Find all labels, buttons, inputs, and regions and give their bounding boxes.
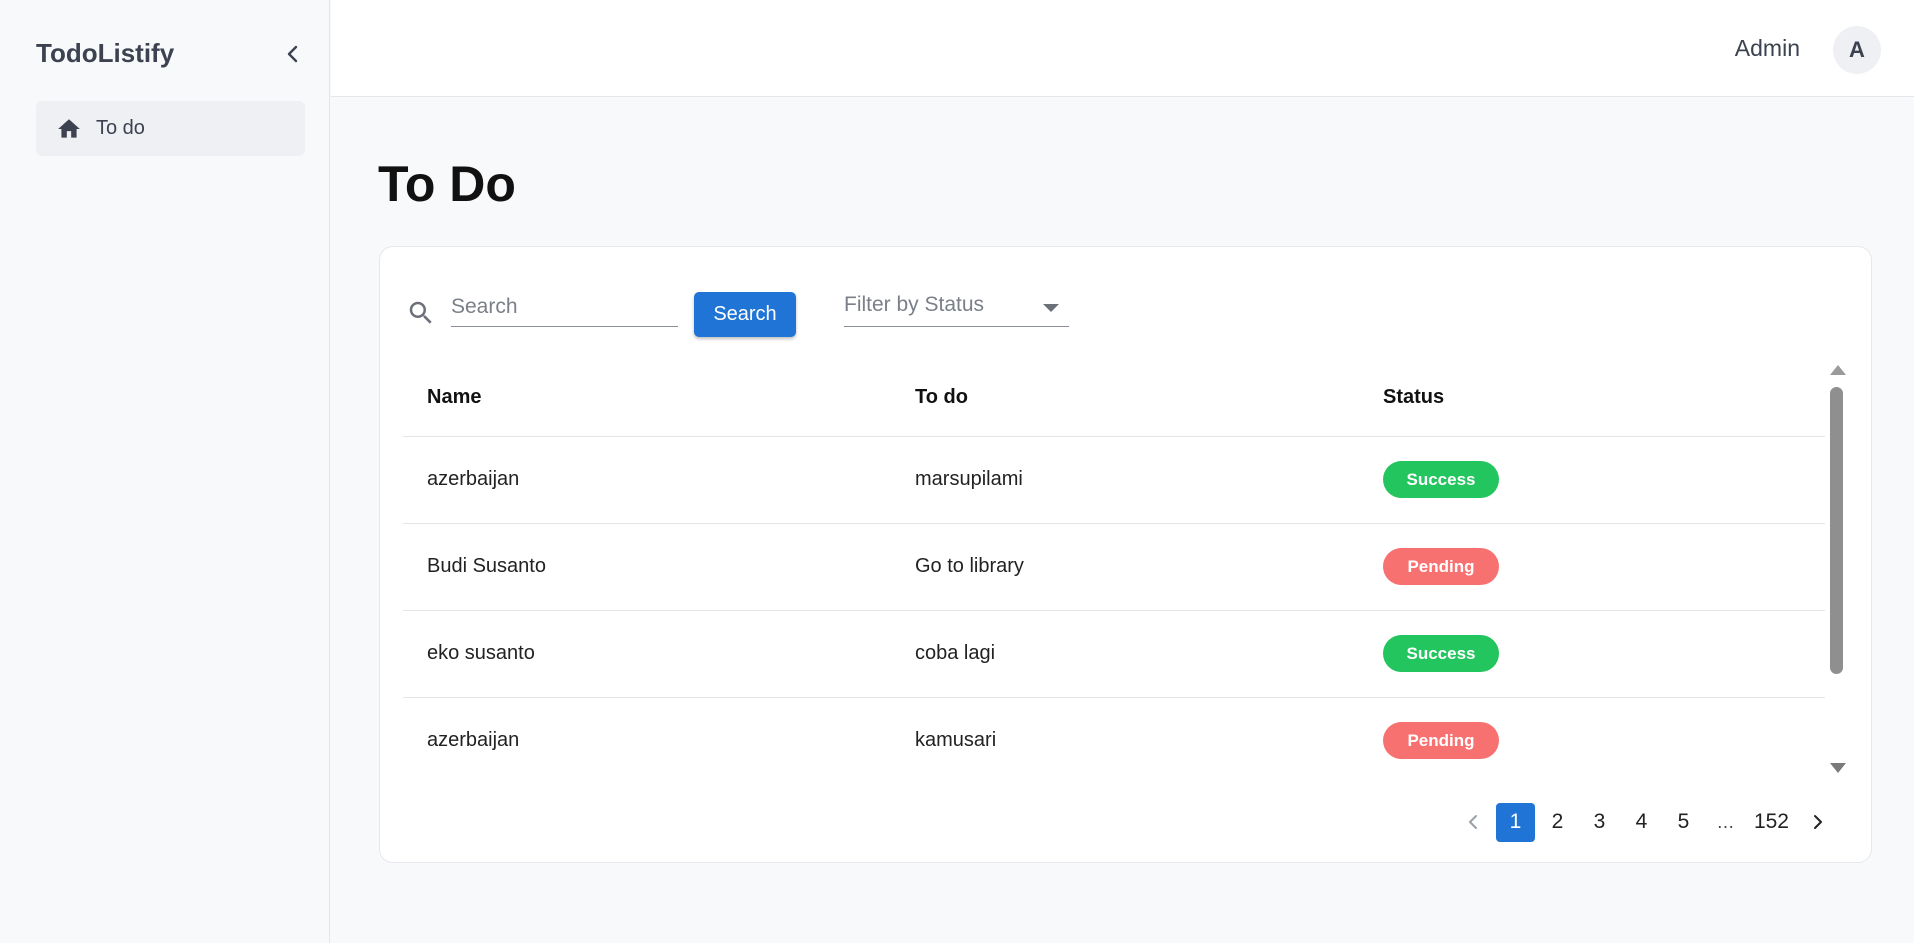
chevron-right-icon: [1813, 815, 1822, 829]
page-button-3[interactable]: 3: [1580, 803, 1619, 842]
cell-name: Budi Susanto: [403, 523, 891, 611]
pagination: 1 2 3 4 5 … 152: [1451, 802, 1837, 842]
search-button[interactable]: Search: [694, 292, 796, 337]
search-icon: [409, 301, 432, 324]
table-header-row: Name To do Status: [403, 359, 1825, 437]
table-body: azerbaijan marsupilami Success Budi Susanto…: [403, 436, 1825, 769]
todo-card: Search Filter by Status Name To do Statu…: [379, 246, 1872, 863]
cell-todo: coba lagi: [891, 610, 1359, 698]
sidebar-item-todo[interactable]: To do: [36, 101, 305, 156]
status-badge: Pending: [1383, 548, 1499, 585]
status-filter-select[interactable]: Filter by Status: [844, 287, 1069, 327]
cell-todo: marsupilami: [891, 436, 1359, 524]
todo-table-container[interactable]: Name To do Status azerbaijan marsupilami S…: [403, 359, 1825, 769]
caret-down-icon: [1043, 304, 1059, 312]
page-title: To Do: [378, 156, 516, 212]
cell-status: Pending: [1359, 523, 1825, 611]
collapse-sidebar-button[interactable]: [282, 40, 304, 68]
cell-todo: Go to library: [891, 523, 1359, 611]
table-row[interactable]: azerbaijan kamusari Pending: [403, 697, 1825, 769]
page-button-last[interactable]: 152: [1748, 803, 1795, 842]
cell-status: Pending: [1359, 697, 1825, 769]
page-button-4[interactable]: 4: [1622, 803, 1661, 842]
column-header-name[interactable]: Name: [403, 359, 891, 437]
chevron-left-icon: [287, 45, 298, 63]
cell-name: azerbaijan: [403, 436, 891, 524]
next-page-button[interactable]: [1798, 803, 1837, 842]
table-row[interactable]: Budi Susanto Go to library Pending: [403, 523, 1825, 611]
column-header-todo[interactable]: To do: [891, 359, 1359, 437]
todo-table: Name To do Status azerbaijan marsupilami S…: [403, 359, 1825, 769]
prev-page-button[interactable]: [1454, 803, 1493, 842]
sidebar-item-label: To do: [96, 117, 145, 139]
sidebar: TodoListify To do: [0, 0, 330, 943]
chevron-left-icon: [1469, 815, 1478, 829]
page-button-5[interactable]: 5: [1664, 803, 1703, 842]
status-badge: Success: [1383, 461, 1499, 498]
status-badge: Success: [1383, 635, 1499, 672]
status-filter-placeholder: Filter by Status: [844, 293, 985, 316]
scroll-up-arrow-icon[interactable]: [1830, 365, 1846, 375]
cell-status: Success: [1359, 610, 1825, 698]
page-button-2[interactable]: 2: [1538, 803, 1577, 842]
user-name: Admin: [1734, 35, 1800, 61]
page-button-1[interactable]: 1: [1495, 802, 1535, 842]
scroll-down-arrow-icon[interactable]: [1830, 763, 1846, 773]
cell-name: eko susanto: [403, 610, 891, 698]
cell-name: azerbaijan: [403, 697, 891, 769]
column-header-status[interactable]: Status: [1359, 359, 1825, 437]
avatar[interactable]: A: [1833, 26, 1881, 74]
cell-todo: kamusari: [891, 697, 1359, 769]
scrollbar-thumb[interactable]: [1830, 387, 1843, 674]
table-row[interactable]: eko susanto coba lagi Success: [403, 610, 1825, 698]
status-badge: Pending: [1383, 722, 1499, 759]
table-row[interactable]: azerbaijan marsupilami Success: [403, 436, 1825, 524]
table-scrollbar[interactable]: [1827, 365, 1847, 773]
cell-status: Success: [1359, 436, 1825, 524]
home-icon: [56, 116, 82, 142]
top-header: Admin A: [331, 0, 1914, 97]
app-brand: TodoListify: [36, 38, 175, 68]
pagination-ellipsis: …: [1716, 811, 1735, 832]
search-input[interactable]: [451, 287, 678, 327]
